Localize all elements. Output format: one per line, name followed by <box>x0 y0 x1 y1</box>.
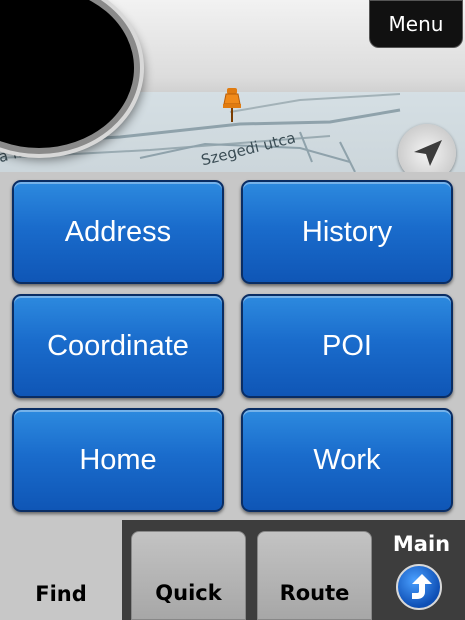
bottom-tab-bar: Find Quick Route Main <box>0 520 465 620</box>
poi-button[interactable]: POI <box>241 294 453 398</box>
tab-route[interactable]: Route <box>257 531 372 620</box>
history-button[interactable]: History <box>241 180 453 284</box>
main-label: Main <box>392 532 451 556</box>
main-button[interactable]: Main <box>378 520 465 620</box>
address-button[interactable]: Address <box>12 180 224 284</box>
navigation-arrow-icon <box>414 140 442 166</box>
location-pin-icon <box>221 88 243 124</box>
home-button[interactable]: Home <box>12 408 224 512</box>
tab-quick[interactable]: Quick <box>131 531 246 620</box>
back-arrow-icon <box>396 564 442 610</box>
find-options-grid: Address History Coordinate POI Home Work <box>0 172 465 520</box>
menu-button[interactable]: Menu <box>369 0 463 48</box>
tab-find[interactable]: Find <box>0 520 122 620</box>
coordinate-button[interactable]: Coordinate <box>12 294 224 398</box>
work-button[interactable]: Work <box>241 408 453 512</box>
header-bar: a körút Szegedi utca Menu <box>0 0 465 172</box>
